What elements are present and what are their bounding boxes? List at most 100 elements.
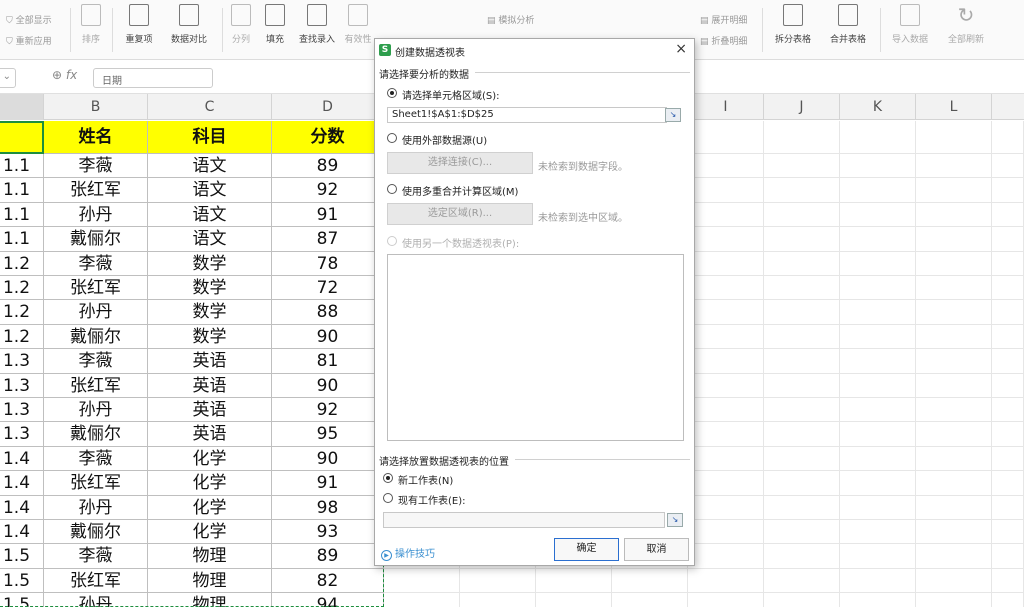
table-cell[interactable]: 戴俪尔: [44, 520, 148, 545]
table-cell[interactable]: 数学: [148, 324, 272, 350]
table-cell[interactable]: 孙丹: [44, 300, 148, 325]
column-header-a[interactable]: [0, 94, 44, 120]
table-cell[interactable]: 81: [272, 349, 384, 374]
table-cell[interactable]: 93: [272, 520, 384, 545]
table-cell[interactable]: 李薇: [44, 349, 148, 374]
empty-cell[interactable]: [688, 593, 764, 607]
empty-cell[interactable]: [992, 398, 1024, 423]
cancel-button[interactable]: 取消: [624, 538, 689, 561]
select-area-button[interactable]: 选定区域(R)...: [387, 203, 533, 225]
duplicates-button[interactable]: 重复项: [118, 4, 160, 56]
empty-cell[interactable]: [764, 154, 840, 179]
table-cell[interactable]: 孙丹: [44, 593, 148, 607]
table-cell[interactable]: 戴俪尔: [44, 324, 148, 350]
empty-cell[interactable]: [916, 121, 992, 154]
table-cell[interactable]: 90: [272, 446, 384, 472]
empty-cell[interactable]: [916, 471, 992, 496]
empty-cell[interactable]: [916, 276, 992, 301]
empty-cell[interactable]: [688, 227, 764, 252]
tips-link[interactable]: ▶ 操作技巧: [381, 545, 435, 561]
empty-cell[interactable]: [612, 593, 688, 607]
table-cell[interactable]: 87: [272, 227, 384, 252]
table-cell[interactable]: 94: [272, 593, 384, 607]
empty-cell[interactable]: [688, 422, 764, 447]
empty-cell[interactable]: [992, 495, 1024, 520]
empty-cell[interactable]: [992, 300, 1024, 325]
empty-cell[interactable]: [688, 471, 764, 496]
empty-cell[interactable]: [536, 568, 612, 594]
table-cell[interactable]: 1.2: [0, 300, 44, 325]
table-cell[interactable]: 92: [272, 178, 384, 203]
table-cell[interactable]: 1.3: [0, 422, 44, 447]
empty-cell[interactable]: [916, 495, 992, 520]
pivot-list-box[interactable]: [387, 254, 684, 441]
table-cell[interactable]: 1.5: [0, 544, 44, 569]
empty-cell[interactable]: [840, 544, 916, 569]
table-cell[interactable]: 数学: [148, 300, 272, 325]
empty-cell[interactable]: [916, 568, 992, 594]
expand-detail-button[interactable]: ▤ 展开明细: [700, 13, 747, 26]
import-data-button[interactable]: 导入数据: [884, 4, 936, 56]
table-cell[interactable]: 98: [272, 495, 384, 520]
table-cell[interactable]: 张红军: [44, 568, 148, 594]
table-cell[interactable]: 82: [272, 568, 384, 594]
column-header[interactable]: I: [688, 94, 764, 120]
column-header[interactable]: K: [840, 94, 916, 120]
empty-cell[interactable]: [916, 251, 992, 276]
empty-cell[interactable]: [688, 520, 764, 545]
validity-button[interactable]: 有效性: [342, 4, 374, 56]
table-cell[interactable]: 李薇: [44, 154, 148, 179]
table-cell[interactable]: 物理: [148, 593, 272, 607]
data-compare-button[interactable]: 数据对比: [164, 4, 214, 56]
empty-cell[interactable]: [840, 251, 916, 276]
empty-cell[interactable]: [840, 495, 916, 520]
other-pivot-radio[interactable]: [387, 236, 397, 246]
sort-button[interactable]: 排序: [76, 4, 106, 56]
table-cell[interactable]: 语文: [148, 154, 272, 179]
table-cell[interactable]: 孙丹: [44, 398, 148, 423]
table-cell[interactable]: 91: [272, 471, 384, 496]
table-cell[interactable]: 72: [272, 276, 384, 301]
table-cell[interactable]: 物理: [148, 544, 272, 569]
table-cell[interactable]: 孙丹: [44, 495, 148, 520]
empty-cell[interactable]: [764, 495, 840, 520]
empty-cell[interactable]: [916, 544, 992, 569]
empty-cell[interactable]: [992, 324, 1024, 350]
reapply-button[interactable]: ⛉ 重新应用: [6, 34, 52, 47]
table-cell[interactable]: 张红军: [44, 178, 148, 203]
empty-cell[interactable]: [992, 349, 1024, 374]
empty-cell[interactable]: [536, 593, 612, 607]
table-cell[interactable]: 化学: [148, 520, 272, 545]
empty-cell[interactable]: [840, 300, 916, 325]
empty-cell[interactable]: [688, 373, 764, 398]
simulate-button[interactable]: ▤ 模拟分析: [487, 13, 534, 26]
empty-cell[interactable]: [688, 398, 764, 423]
empty-cell[interactable]: [992, 446, 1024, 472]
empty-cell[interactable]: [764, 568, 840, 594]
empty-cell[interactable]: [688, 495, 764, 520]
table-cell[interactable]: 90: [272, 373, 384, 398]
empty-cell[interactable]: [688, 324, 764, 350]
table-cell[interactable]: 91: [272, 202, 384, 228]
empty-cell[interactable]: [992, 121, 1024, 154]
empty-cell[interactable]: [916, 593, 992, 607]
table-header-cell[interactable]: 科目: [148, 121, 272, 154]
empty-cell[interactable]: [764, 422, 840, 447]
table-cell[interactable]: 1.3: [0, 373, 44, 398]
empty-cell[interactable]: [992, 520, 1024, 545]
empty-cell[interactable]: [916, 300, 992, 325]
empty-cell[interactable]: [688, 568, 764, 594]
refresh-all-button[interactable]: ↻ 全部刷新: [940, 4, 992, 56]
table-cell[interactable]: 1.1: [0, 202, 44, 228]
table-cell[interactable]: 78: [272, 251, 384, 276]
table-cell[interactable]: 1.5: [0, 568, 44, 594]
table-cell[interactable]: 1.4: [0, 520, 44, 545]
new-sheet-radio[interactable]: [383, 473, 393, 483]
empty-cell[interactable]: [992, 276, 1024, 301]
table-cell[interactable]: 化学: [148, 471, 272, 496]
empty-cell[interactable]: [992, 251, 1024, 276]
ok-button[interactable]: 确定: [554, 538, 619, 561]
table-cell[interactable]: 1.4: [0, 446, 44, 472]
empty-cell[interactable]: [764, 373, 840, 398]
empty-cell[interactable]: [916, 202, 992, 228]
